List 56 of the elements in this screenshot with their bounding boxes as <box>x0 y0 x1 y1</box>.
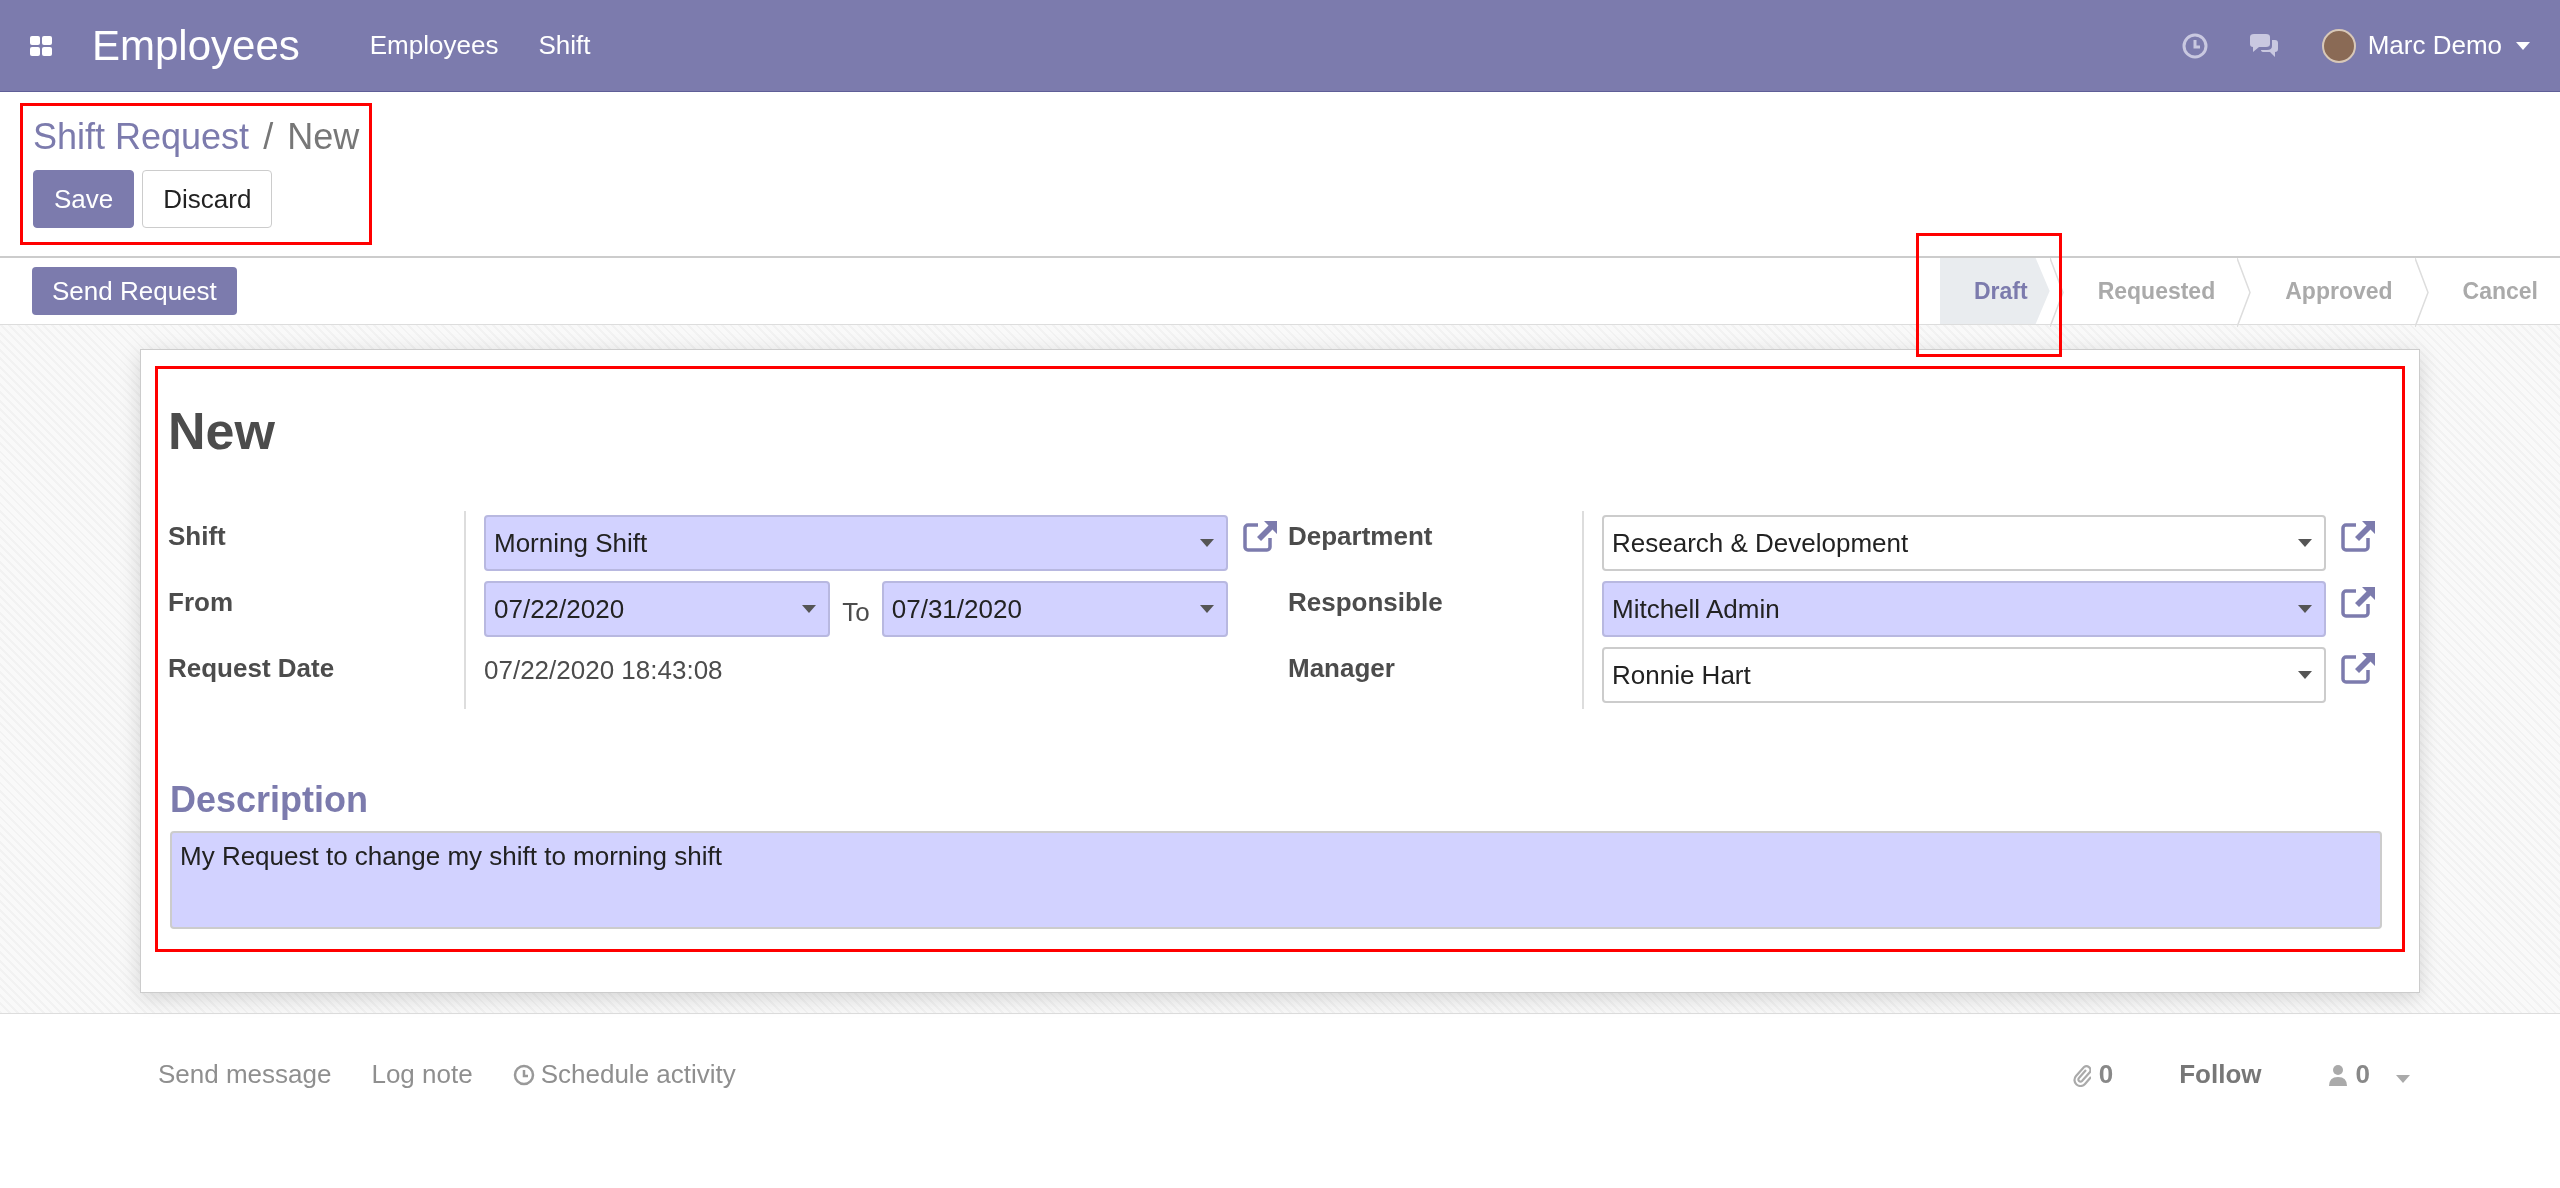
status-stage[interactable]: Cancel <box>2428 258 2560 324</box>
caret-icon <box>2396 1075 2410 1083</box>
caret-icon <box>802 605 817 613</box>
external-link-icon <box>1242 519 1280 553</box>
chat-icon[interactable] <box>2247 32 2280 59</box>
menu-item[interactable]: Employees <box>369 30 499 61</box>
field-value: 07/22/2020 18:43:08 <box>484 654 723 686</box>
caret-icon <box>2298 539 2312 547</box>
user-avatar <box>2321 28 2356 63</box>
select-field[interactable]: Morning Shift <box>484 515 1228 571</box>
follow-button[interactable]: Follow <box>2173 1058 2268 1091</box>
send-request-button[interactable]: Send Request <box>32 267 237 315</box>
caret-icon <box>1200 605 1214 613</box>
caret-icon <box>1200 539 1214 547</box>
save-button[interactable]: Save <box>33 170 135 228</box>
app-title: Employees <box>92 21 300 70</box>
menu-item[interactable]: Shift <box>538 30 591 61</box>
field-label: From <box>168 586 234 619</box>
field-label: Responsible <box>1288 586 1444 619</box>
person-icon <box>2327 1063 2348 1086</box>
status-stage[interactable]: Requested <box>2063 258 2238 324</box>
select-field[interactable]: Ronnie Hart <box>1602 647 2326 703</box>
breadcrumb-separator: / <box>263 116 274 158</box>
user-name[interactable]: Marc Demo <box>2367 30 2502 61</box>
caret-icon <box>2298 605 2312 613</box>
external-link-icon <box>2340 585 2378 619</box>
range-separator: To <box>842 596 870 628</box>
apps-grid-icon[interactable] <box>30 35 52 56</box>
date-field[interactable]: 07/31/2020 <box>881 581 1228 637</box>
caret-icon <box>2298 671 2312 679</box>
select-field[interactable]: Mitchell Admin <box>1602 581 2326 637</box>
clock-icon[interactable] <box>2181 32 2208 59</box>
status-stage[interactable]: Draft <box>1939 258 2050 324</box>
status-stage[interactable]: Approved <box>2251 258 2415 324</box>
external-link-icon <box>2340 651 2378 685</box>
attachments-count[interactable]: 0 <box>2072 1059 2114 1090</box>
chatter-action[interactable]: Log note <box>371 1059 473 1090</box>
field-label: Request Date <box>168 652 336 685</box>
breadcrumb-link[interactable]: Shift Request <box>33 116 250 158</box>
caret-icon <box>2516 41 2530 50</box>
description-field[interactable]: My Request to change my shift to morning shift <box>170 831 2382 929</box>
field-label: Shift <box>168 520 227 553</box>
date-field[interactable]: 07/22/2020 <box>484 581 831 637</box>
external-link-icon <box>2340 519 2378 553</box>
chatter-action[interactable]: Schedule activity <box>512 1059 736 1090</box>
clock-icon <box>512 1063 535 1086</box>
breadcrumb-current: New <box>287 116 360 158</box>
followers-count[interactable]: 0 <box>2327 1059 2410 1090</box>
discard-button[interactable]: Discard <box>142 170 273 228</box>
chatter-action[interactable]: Send message <box>158 1059 332 1090</box>
section-heading: Description <box>170 779 370 821</box>
field-label: Department <box>1288 520 1434 553</box>
record-title: New <box>168 401 276 461</box>
field-label: Manager <box>1288 652 1396 685</box>
select-field[interactable]: Research & Development <box>1602 515 2326 571</box>
paperclip-icon <box>2072 1062 2091 1087</box>
